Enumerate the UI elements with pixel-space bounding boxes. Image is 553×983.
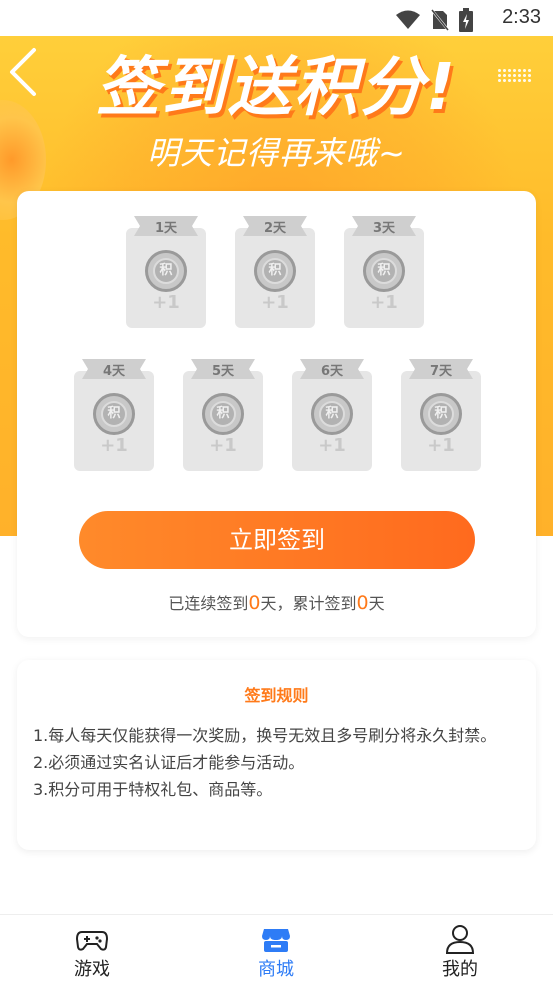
day-5-card: 5天积 +1	[183, 357, 263, 472]
nav-item-games[interactable]: 游戏	[0, 915, 184, 983]
day-tag: 1天	[134, 214, 198, 238]
day-3-card: 3天积 +1	[344, 214, 424, 329]
coin-text: 积	[319, 401, 345, 427]
streak-prefix: 已连续签到	[168, 594, 249, 613]
day-reward: +1	[318, 435, 346, 456]
streak-days: 0	[248, 592, 261, 614]
rules-card: 签到规则 1.每人每天仅能获得一次奖励，换号无效且多号刷分将永久封禁。 2.必须…	[17, 660, 536, 850]
day-reward: +1	[427, 435, 455, 456]
checkin-button[interactable]: 立即签到	[79, 511, 475, 569]
total-days: 0	[356, 592, 369, 614]
coin-text: 积	[428, 401, 454, 427]
day-1-card: 1天积 +1	[126, 214, 206, 329]
streak-suffix: 天	[368, 594, 385, 613]
status-time: 2:33	[502, 6, 541, 28]
day-tag: 5天	[191, 357, 255, 381]
coin-text: 积	[101, 401, 127, 427]
no-sim-icon	[431, 9, 449, 31]
day-reward: +1	[209, 435, 237, 456]
coin-icon: 积	[93, 393, 135, 435]
streak-summary: 已连续签到0天，累计签到0天	[17, 590, 536, 614]
battery-icon	[459, 8, 473, 32]
hero-subtitle: 明天记得再来哦~	[147, 134, 406, 172]
coin-icon: 积	[420, 393, 462, 435]
day-tag: 6天	[300, 357, 364, 381]
day-tag: 3天	[352, 214, 416, 238]
day-label: 2天	[263, 221, 287, 236]
day-reward: +1	[370, 292, 398, 313]
coin-icon: 积	[145, 250, 187, 292]
day-4-card: 4天积 +1	[74, 357, 154, 472]
streak-mid: 天，累计签到	[260, 594, 357, 613]
bottom-nav: 游戏 商城 我的	[0, 914, 553, 983]
nav-item-profile[interactable]: 我的	[368, 915, 552, 983]
nav-label-profile: 我的	[442, 959, 478, 980]
nav-label-store: 商城	[258, 959, 294, 980]
day-label: 4天	[102, 364, 126, 379]
gamepad-icon	[76, 931, 108, 951]
rule-item: 2.必须通过实名认证后才能参与活动。	[33, 753, 305, 772]
checkin-card: 1天积 +1 2天积 +1 3天积 +1 4天积 +1 5天积 +1 6天积 +1 7天积 +1 立即签到…	[17, 191, 536, 637]
status-icons	[395, 8, 473, 32]
day-reward: +1	[100, 435, 128, 456]
wifi-icon	[396, 10, 420, 29]
nav-item-store[interactable]: 商城	[184, 915, 368, 983]
nav-label-games: 游戏	[74, 959, 110, 980]
rule-item: 3.积分可用于特权礼包、商品等。	[33, 780, 273, 799]
day-tag: 2天	[243, 214, 307, 238]
coin-icon: 积	[254, 250, 296, 292]
day-label: 3天	[372, 221, 396, 236]
status-bar: 2:33	[0, 0, 553, 36]
user-icon	[445, 925, 475, 954]
coin-text: 积	[153, 258, 179, 284]
coin-text: 积	[371, 258, 397, 284]
rules-list: 1.每人每天仅能获得一次奖励，换号无效且多号刷分将永久封禁。 2.必须通过实名认…	[33, 722, 523, 803]
coin-icon: 积	[311, 393, 353, 435]
day-7-card: 7天积 +1	[401, 357, 481, 472]
day-tag: 4天	[82, 357, 146, 381]
day-reward: +1	[261, 292, 289, 313]
day-reward: +1	[152, 292, 180, 313]
coin-text: 积	[262, 258, 288, 284]
coin-icon: 积	[363, 250, 405, 292]
coin-text: 积	[210, 401, 236, 427]
day-label: 6天	[320, 364, 344, 379]
day-tag: 7天	[409, 357, 473, 381]
day-2-card: 2天积 +1	[235, 214, 315, 329]
rule-item: 1.每人每天仅能获得一次奖励，换号无效且多号刷分将永久封禁。	[33, 726, 497, 745]
hero-dots-decoration	[497, 68, 531, 82]
day-label: 5天	[211, 364, 235, 379]
day-label: 1天	[154, 221, 178, 236]
store-icon	[262, 929, 290, 952]
hero-title: 签到送积分!	[95, 51, 458, 125]
day-label: 7天	[429, 364, 453, 379]
day-6-card: 6天积 +1	[292, 357, 372, 472]
rules-title: 签到规则	[244, 686, 309, 705]
coin-icon: 积	[202, 393, 244, 435]
